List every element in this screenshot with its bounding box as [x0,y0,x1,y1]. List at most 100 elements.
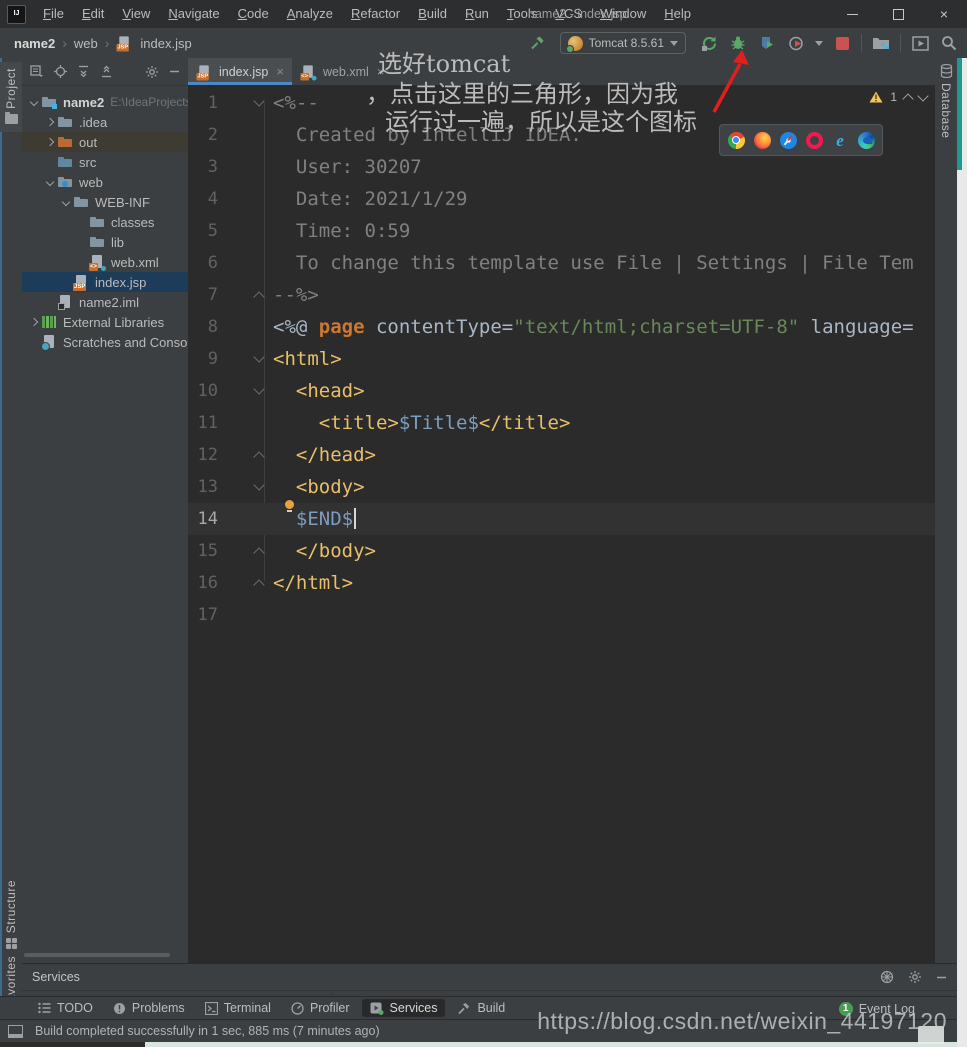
run-configuration-select[interactable]: Tomcat 8.5.61 [560,32,686,54]
run-with-coverage-button[interactable] [757,33,777,53]
expand-all-button[interactable] [77,65,90,78]
locate-file-button[interactable] [54,65,67,78]
intellij-logo-icon: IJ [7,5,26,24]
fold-up-icon[interactable] [253,291,264,302]
project-tool-icon [5,114,18,124]
tree-item-label: WEB-INF [95,195,150,210]
code-line-6: 6 To change this template use File | Set… [188,247,935,279]
tree-item-index-jsp[interactable]: index.jsp [22,272,188,292]
menu-analyze[interactable]: Analyze [278,0,342,28]
tree-item-idea[interactable]: .idea [22,112,188,132]
ie-browser-icon[interactable]: e [832,132,849,149]
tool-window-button-database[interactable]: Database [935,64,957,138]
tool-window-button-structure[interactable]: Structure [0,880,22,949]
safari-browser-icon[interactable] [780,132,797,149]
menu-view[interactable]: View [113,0,159,28]
chevron-down-icon [28,96,41,109]
services-hide-button[interactable] [936,972,947,983]
menu-help[interactable]: Help [655,0,700,28]
menu-run[interactable]: Run [456,0,498,28]
code-text: Time: 0:59 [273,220,935,242]
tree-item-label: src [79,155,96,170]
view-options-button[interactable] [30,65,44,78]
page-scrollbar[interactable] [957,58,967,1047]
breadcrumb-item-web[interactable]: web [74,36,98,51]
fold-up-icon[interactable] [253,547,264,558]
page-scrollbar-thumb[interactable] [957,58,962,170]
project-structure-button[interactable] [871,33,891,53]
firefox-browser-icon[interactable] [754,132,771,149]
chevron-right-icon [28,316,41,329]
next-problem-icon[interactable] [917,90,928,101]
tree-item-classes[interactable]: classes [22,212,188,232]
tool-window-button-services[interactable]: Services [362,999,446,1017]
minimize-button[interactable] [829,0,875,28]
profiler-button[interactable] [786,33,806,53]
menu-code[interactable]: Code [229,0,278,28]
tree-item-external-libraries[interactable]: External Libraries [22,312,188,332]
code-line-11: 11 <title>$Title$</title> [188,407,935,439]
problems-icon [113,1002,126,1015]
services-settings-button[interactable] [908,970,922,984]
run-tool-window-button[interactable] [910,33,930,53]
fold-up-icon[interactable] [253,579,264,590]
stop-button[interactable] [832,33,852,53]
editor-tab-index-jsp[interactable]: index.jsp × [188,58,292,85]
tree-item-label: web [79,175,103,190]
search-everywhere-button[interactable] [939,33,959,53]
edge-browser-icon[interactable] [858,132,875,149]
breadcrumb-item-index-jsp[interactable]: index.jsp [140,36,191,51]
fold-down-icon[interactable] [253,383,264,394]
tree-item-src[interactable]: src [22,152,188,172]
window-run-icon [912,36,929,51]
tool-window-button-terminal[interactable]: Terminal [197,999,279,1017]
line-number: 10 [188,381,218,401]
tree-item-web-inf[interactable]: WEB-INF [22,192,188,212]
fold-down-icon[interactable] [253,479,264,490]
tree-item-scratches-and-consoles[interactable]: Scratches and Consoles [22,332,188,352]
tree-item-name2[interactable]: name2E:\IdeaProjects\nam [22,92,188,112]
chrome-browser-icon[interactable] [728,132,745,149]
folder-icon [73,194,90,210]
editor-tab-label: index.jsp [219,65,268,79]
intention-bulb-icon[interactable] [285,500,294,509]
database-stripe-label: Database [939,83,953,138]
close-tab-icon[interactable]: × [276,64,284,79]
fold-up-icon[interactable] [253,451,264,462]
tool-window-button-profiler[interactable]: Profiler [283,999,358,1017]
close-button[interactable]: × [921,0,967,28]
panel-settings-button[interactable] [145,65,159,79]
tree-item-out[interactable]: out [22,132,188,152]
project-panel-horizontal-scrollbar[interactable] [24,953,170,957]
menu-refactor[interactable]: Refactor [342,0,409,28]
profiler-dropdown-icon[interactable] [815,41,823,46]
tool-window-button-problems[interactable]: Problems [105,999,193,1017]
tree-item-lib[interactable]: lib [22,232,188,252]
tree-item-name2-iml[interactable]: name2.iml [22,292,188,312]
tool-window-layout-icon[interactable] [8,1025,23,1038]
fold-down-icon[interactable] [253,351,264,362]
previous-problem-icon[interactable] [902,93,913,104]
menu-navigate[interactable]: Navigate [159,0,228,28]
menu-file[interactable]: File [34,0,73,28]
tool-window-button-build[interactable]: Build [449,999,513,1017]
tool-window-button-project[interactable]: Project [0,62,22,132]
opera-browser-icon[interactable] [806,132,823,149]
menu-build[interactable]: Build [409,0,456,28]
code-editor[interactable]: 1<%--2 Created by IntelliJ IDEA.3 User: … [188,85,935,942]
line-number: 7 [188,285,218,305]
services-view-options-button[interactable] [880,970,894,984]
tree-item-web-xml[interactable]: web.xml [22,252,188,272]
menu-edit[interactable]: Edit [73,0,113,28]
build-icon [457,1002,471,1015]
tool-window-button-todo[interactable]: TODO [30,999,101,1017]
collapse-all-button[interactable] [100,65,113,78]
build-project-button[interactable] [527,33,547,53]
hide-panel-button[interactable] [169,66,180,77]
fold-down-icon[interactable] [253,95,264,106]
inspection-widget[interactable]: 1 [869,90,927,104]
tree-item-web[interactable]: web [22,172,188,192]
tomcat-icon [568,36,583,51]
breadcrumb-item-name2[interactable]: name2 [14,36,55,51]
maximize-button[interactable] [875,0,921,28]
